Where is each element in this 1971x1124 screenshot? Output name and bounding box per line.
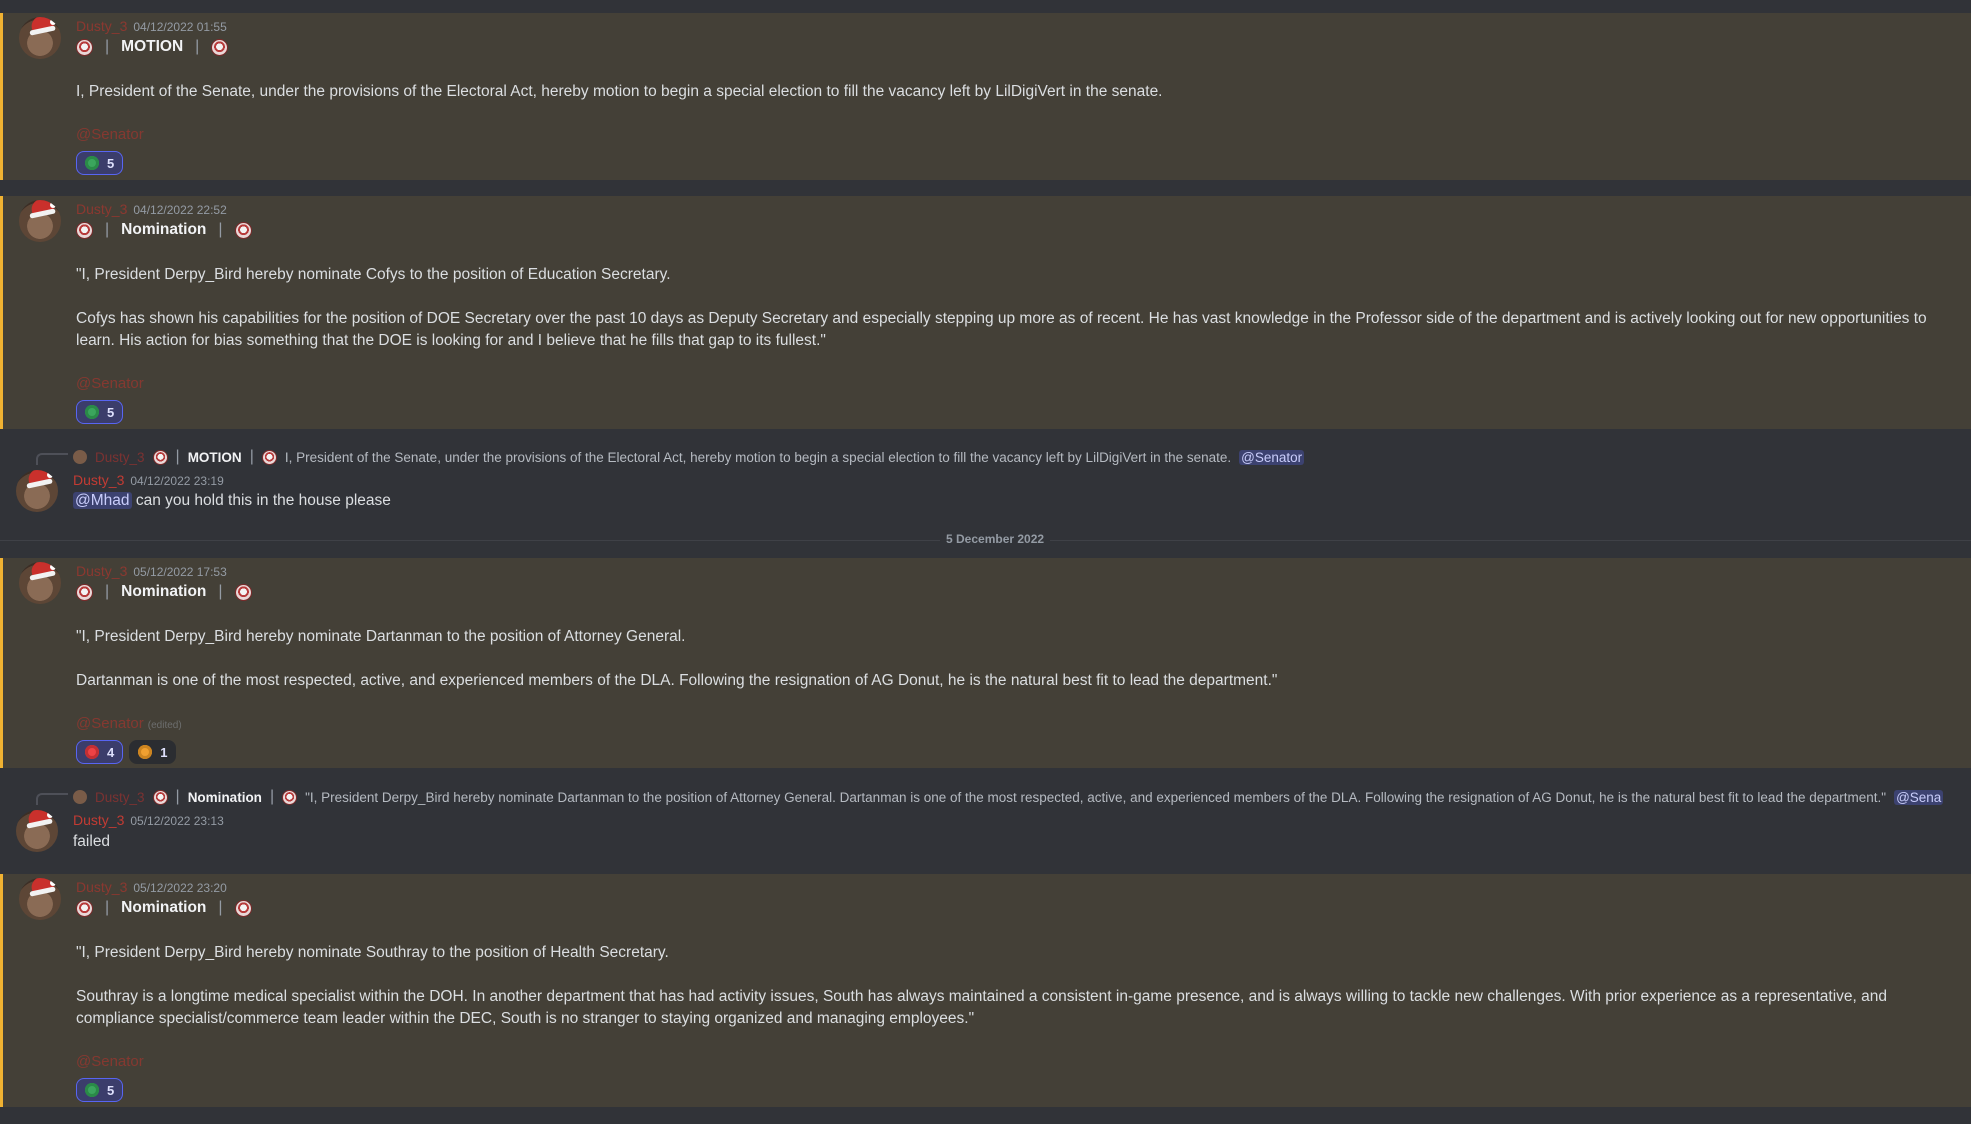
aye-emoji-icon [85,1083,99,1097]
reaction-button[interactable]: 5 [76,1078,124,1102]
message[interactable]: Dusty_3 | Nomination | "I, President Der… [0,780,1971,862]
author-name[interactable]: Dusty_3 [76,18,127,34]
role-mention-row: @Senator (edited) [76,715,182,732]
role-mention[interactable]: @Senator [76,126,144,143]
message-title: Nomination [121,221,207,238]
reaction-button[interactable]: 1 [129,740,177,764]
author-name[interactable]: Dusty_3 [76,563,127,579]
seal-emoji-icon [261,449,277,465]
message-title: MOTION [121,38,184,55]
seal-emoji-icon [76,899,93,917]
timestamp: 05/12/2022 17:53 [133,565,227,579]
message-title-row: | Nomination | [76,899,252,917]
avatar[interactable] [16,470,58,512]
avatar[interactable] [19,200,61,242]
message[interactable]: Dusty_3 05/12/2022 17:53 | Nomination | "… [0,558,1971,768]
role-mention[interactable]: @Senator [76,375,144,392]
reaction-button[interactable]: 5 [76,400,124,424]
reply-author: Dusty_3 [95,789,145,805]
reactions: 4 1 [76,740,177,764]
seal-emoji-icon [211,38,229,56]
seal-emoji-icon [152,789,168,805]
reply-spine [36,453,68,465]
user-mention[interactable]: @Mhad [73,492,132,509]
chat-message-list: Dusty_3 04/12/2022 01:55 | MOTION | I, Pr… [0,0,1971,1124]
seal-emoji-icon [76,38,93,56]
timestamp: 05/12/2022 23:13 [130,814,224,828]
reaction-button[interactable]: 5 [76,151,124,175]
aye-emoji-icon [85,156,99,170]
reactions: 5 [76,400,124,424]
avatar[interactable] [19,878,61,920]
nay-emoji-icon [85,745,99,759]
timestamp: 05/12/2022 23:20 [133,881,227,895]
reactions: 5 [76,1078,124,1102]
author-name[interactable]: Dusty_3 [76,201,127,217]
message-title: Nomination [121,899,207,916]
message-body: I, President of the Senate, under the pr… [76,83,1163,100]
author-name[interactable]: Dusty_3 [76,879,127,895]
reply-title: Nomination [187,789,262,805]
message[interactable]: Dusty_3 04/12/2022 01:55 | MOTION | I, Pr… [0,13,1971,180]
message-title-row: | Nomination | [76,221,252,239]
reply-text: "I, President Derpy_Bird hereby nominate… [305,789,1887,805]
message-text: can you hold this in the house please [135,492,391,509]
message[interactable]: Dusty_3 05/12/2022 23:20 | Nomination | "… [0,874,1971,1107]
seal-emoji-icon [76,583,93,601]
role-mention[interactable]: @Senator [1239,449,1305,465]
reactions: 5 [76,151,124,175]
avatar [73,790,87,804]
message[interactable]: Dusty_3 | MOTION | I, President of the S… [0,440,1971,522]
avatar[interactable] [19,17,61,59]
role-mention[interactable]: @Senator [76,1053,144,1070]
timestamp: 04/12/2022 22:52 [133,203,227,217]
message[interactable]: Dusty_3 04/12/2022 22:52 | Nomination | "… [0,196,1971,429]
message-text: failed [73,833,111,850]
date-divider-label: 5 December 2022 [940,532,1051,546]
seal-emoji-icon [234,899,252,917]
avatar[interactable] [16,810,58,852]
reaction-button[interactable]: 4 [76,740,124,764]
message-body: @Mhad can you hold this in the house ple… [73,492,391,510]
seal-emoji-icon [152,449,168,465]
message-paragraph: "I, President Derpy_Bird hereby nominate… [76,628,686,645]
seal-emoji-icon [234,221,252,239]
role-mention[interactable]: @Senator [76,715,144,732]
avatar[interactable] [19,562,61,604]
message-title: Nomination [121,583,207,600]
reply-preview[interactable]: Dusty_3 | Nomination | "I, President Der… [73,788,1963,806]
message-paragraph: Dartanman is one of the most respected, … [76,672,1278,689]
reply-preview[interactable]: Dusty_3 | MOTION | I, President of the S… [73,448,1953,466]
reply-author: Dusty_3 [95,449,145,465]
seal-emoji-icon [282,789,298,805]
message-paragraph: "I, President Derpy_Bird hereby nominate… [76,266,671,283]
message-title-row: | MOTION | [76,38,229,56]
message-paragraph: Cofys has shown his capabilities for the… [76,310,1927,349]
reply-text: I, President of the Senate, under the pr… [284,449,1232,465]
role-mention[interactable]: @Sena [1894,789,1944,805]
message-paragraph: "I, President Derpy_Bird hereby nominate… [76,944,669,961]
edited-label: (edited) [147,720,182,731]
seal-emoji-icon [234,583,252,601]
author-name[interactable]: Dusty_3 [73,472,124,488]
reply-spine [36,793,68,805]
seal-emoji-icon [76,221,93,239]
reply-title: MOTION [187,449,242,465]
timestamp: 04/12/2022 01:55 [133,20,227,34]
message-title-row: | Nomination | [76,583,252,601]
aye-emoji-icon [85,405,99,419]
author-name[interactable]: Dusty_3 [73,812,124,828]
abstain-emoji-icon [138,745,153,759]
message-paragraph: Southray is a longtime medical specialis… [76,988,1887,1027]
timestamp: 04/12/2022 23:19 [130,474,224,488]
avatar [73,450,87,464]
